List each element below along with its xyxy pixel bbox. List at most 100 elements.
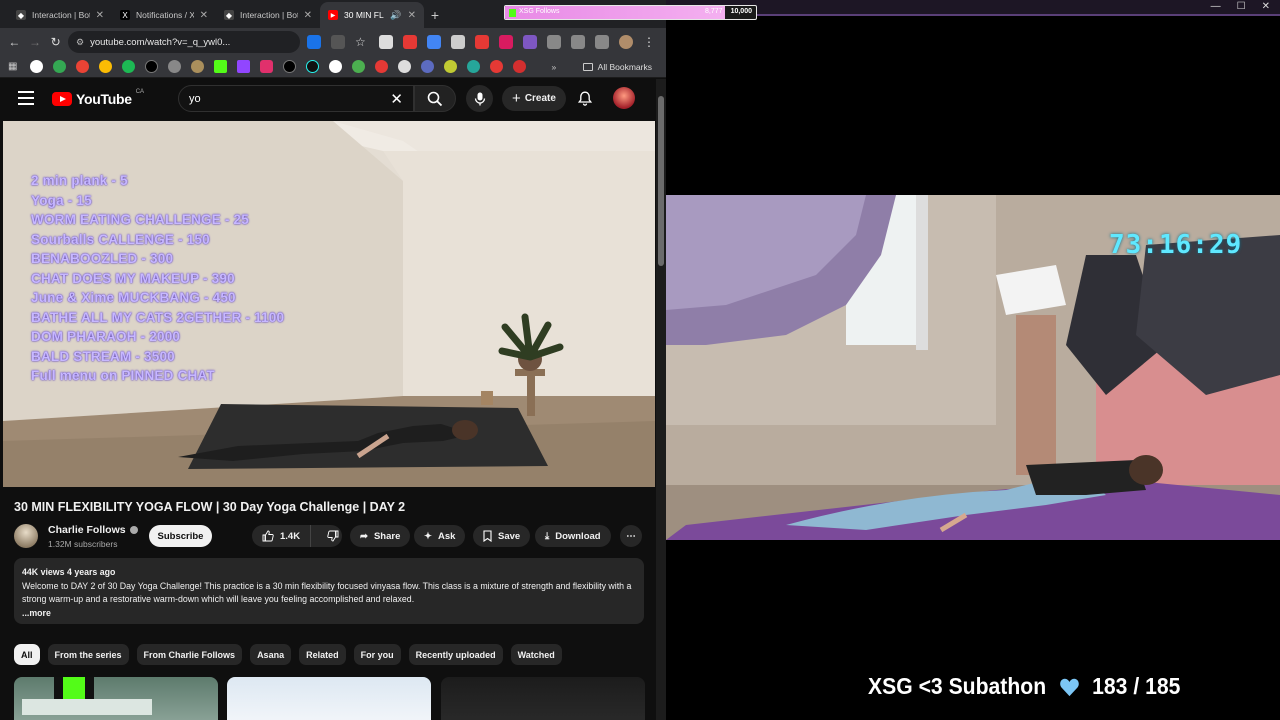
- close-icon[interactable]: ✕: [1262, 1, 1270, 12]
- related-video-thumbnail[interactable]: [227, 677, 431, 720]
- tiktok-icon[interactable]: [306, 60, 320, 73]
- new-tab-button[interactable]: +: [424, 2, 446, 28]
- address-bar[interactable]: ⚙ youtube.com/watch?v=_q_ywl0...: [68, 31, 301, 53]
- chip-watched[interactable]: Watched: [510, 644, 562, 665]
- like-count: 1.4K: [280, 530, 301, 542]
- chip-related[interactable]: Related: [299, 644, 346, 665]
- close-tab-icon[interactable]: ✕: [96, 10, 104, 21]
- like-button[interactable]: 1.4K: [252, 525, 312, 547]
- bookmark-icon[interactable]: [513, 60, 527, 73]
- share-button[interactable]: ➦ Share: [350, 525, 411, 547]
- more-bookmarks-icon[interactable]: »: [551, 62, 556, 72]
- maximize-icon[interactable]: ☐: [1237, 1, 1246, 12]
- subscribe-button[interactable]: Subscribe: [149, 525, 212, 547]
- speaker-icon[interactable]: 🔊: [390, 10, 401, 21]
- create-button[interactable]: + Create: [502, 86, 566, 111]
- playlist-icon[interactable]: [595, 35, 610, 49]
- more-horizontal-icon: ⋯: [626, 530, 636, 542]
- extension-icon[interactable]: [403, 35, 418, 49]
- spotify-icon[interactable]: [122, 60, 136, 73]
- chip-all[interactable]: All: [14, 644, 40, 665]
- back-button[interactable]: ←: [6, 32, 23, 52]
- close-tab-icon[interactable]: ✕: [200, 10, 208, 21]
- subathon-timer: 73:16:29: [1109, 230, 1243, 260]
- bookmark-icon: [483, 530, 492, 542]
- chip-recently-uploaded[interactable]: Recently uploaded: [408, 644, 503, 665]
- x-icon[interactable]: [145, 60, 159, 73]
- related-video-thumbnail[interactable]: [14, 677, 218, 720]
- extension-icon[interactable]: [523, 35, 538, 49]
- show-more-link[interactable]: ...more: [22, 607, 636, 621]
- google-icon[interactable]: [30, 60, 44, 73]
- drive-icon[interactable]: [99, 60, 113, 73]
- tab-youtube-video[interactable]: ▶ 30 MIN FLEX 🔊 ✕: [320, 2, 424, 28]
- bookmark-icon[interactable]: [398, 60, 412, 73]
- extension-icon[interactable]: [427, 35, 442, 49]
- extension-icon[interactable]: [379, 35, 394, 49]
- tab-interaction-bot-1[interactable]: ◆ Interaction | Bot ✕: [8, 2, 112, 28]
- scrollbar-thumb[interactable]: [658, 96, 664, 266]
- channel-name[interactable]: Charlie Follows: [48, 524, 138, 536]
- maps-icon[interactable]: [53, 60, 67, 73]
- cast-icon[interactable]: [307, 35, 322, 49]
- kick-icon[interactable]: [214, 60, 228, 73]
- search-input[interactable]: yo ✕: [178, 85, 414, 112]
- bookmark-icon[interactable]: [444, 60, 458, 73]
- site-info-icon[interactable]: ⚙: [76, 37, 84, 48]
- chip-asana[interactable]: Asana: [250, 644, 292, 665]
- sidebar-icon[interactable]: [571, 35, 586, 49]
- close-tab-icon[interactable]: ✕: [304, 10, 312, 21]
- minimize-icon[interactable]: —: [1211, 1, 1221, 12]
- tab-interaction-bot-2[interactable]: ◆ Interaction | Bot ✕: [216, 2, 320, 28]
- eye-off-icon[interactable]: [331, 35, 346, 49]
- description-box[interactable]: 44K views 4 years ago Welcome to DAY 2 o…: [14, 558, 644, 624]
- bookmark-icon[interactable]: [168, 60, 182, 73]
- video-player[interactable]: 2 min plank - 5 Yoga - 15 WORM EATING CH…: [3, 121, 655, 487]
- chip-from-charlie-follows[interactable]: From Charlie Follows: [136, 644, 243, 665]
- extension-icon[interactable]: [451, 35, 466, 49]
- twitch-icon[interactable]: [237, 60, 251, 73]
- puzzle-icon[interactable]: [547, 35, 562, 49]
- account-avatar[interactable]: [613, 87, 635, 109]
- clear-search-icon[interactable]: ✕: [390, 90, 403, 108]
- menu-icon[interactable]: ⋮: [643, 35, 657, 49]
- hamburger-menu-icon[interactable]: [18, 91, 34, 105]
- voice-search-button[interactable]: [466, 85, 493, 112]
- bookmark-icon[interactable]: [352, 60, 366, 73]
- dislike-button[interactable]: [317, 530, 349, 542]
- bookmark-icon[interactable]: [375, 60, 389, 73]
- reload-button[interactable]: ↻: [47, 32, 64, 52]
- chip-for-you[interactable]: For you: [353, 644, 401, 665]
- notifications-button[interactable]: [576, 89, 594, 107]
- gmail-icon[interactable]: [76, 60, 90, 73]
- bookmark-icon[interactable]: [329, 60, 343, 73]
- blue-heart-icon: [1059, 678, 1079, 696]
- download-label: Download: [555, 530, 601, 542]
- channel-avatar[interactable]: [14, 524, 38, 548]
- youtube-logo[interactable]: YouTube CA: [52, 89, 144, 107]
- star-icon[interactable]: ☆: [355, 35, 369, 49]
- bookmark-icon[interactable]: [467, 60, 481, 73]
- close-tab-icon[interactable]: ✕: [408, 10, 416, 21]
- tab-notifications-x[interactable]: X Notifications / X ✕: [112, 2, 216, 28]
- instagram-icon[interactable]: [260, 60, 274, 73]
- more-actions-button[interactable]: ⋯: [620, 525, 642, 547]
- x-icon[interactable]: [283, 60, 297, 73]
- bookmark-icon[interactable]: [421, 60, 435, 73]
- extension-icon[interactable]: [499, 35, 514, 49]
- tab-title: Notifications / X: [136, 10, 194, 20]
- forward-button[interactable]: →: [27, 32, 44, 52]
- download-button[interactable]: ⤓ Download: [535, 525, 611, 547]
- all-bookmarks-button[interactable]: All Bookmarks: [582, 62, 658, 72]
- bookmark-icon[interactable]: [490, 60, 504, 73]
- extension-icon[interactable]: [475, 35, 490, 49]
- ask-button[interactable]: ✦ Ask: [414, 525, 466, 547]
- search-button[interactable]: [414, 85, 456, 112]
- save-label: Save: [498, 530, 521, 542]
- profile-icon[interactable]: [619, 35, 634, 49]
- chip-from-the-series[interactable]: From the series: [47, 644, 129, 665]
- bookmark-icon[interactable]: [191, 60, 205, 73]
- related-video-thumbnail[interactable]: [441, 677, 645, 720]
- apps-icon[interactable]: ▦: [8, 61, 17, 72]
- save-button[interactable]: Save: [473, 525, 531, 547]
